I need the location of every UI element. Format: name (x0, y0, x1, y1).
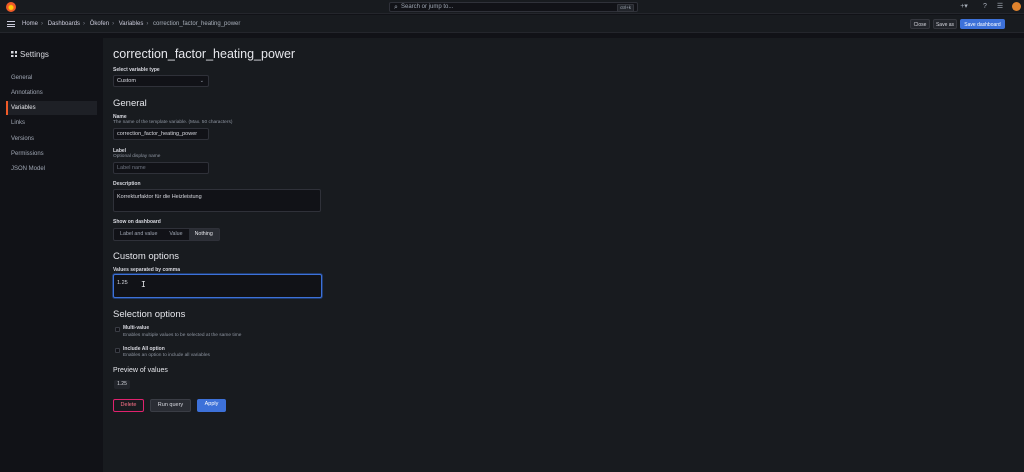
sidebar-item-versions[interactable]: Versions (6, 132, 97, 146)
menu-icon[interactable] (7, 21, 15, 27)
breadcrumb-dashboards[interactable]: Dashboards (48, 21, 80, 27)
description-label: Description (113, 181, 141, 187)
settings-title: Settings (11, 50, 49, 60)
show-on-dashboard-label: Show on dashboard (113, 219, 161, 225)
multi-value-description: Enables multiple values to be selected a… (123, 333, 242, 338)
sidebar-item-annotations[interactable]: Annotations (6, 86, 97, 100)
preview-value-chip: 1.25 (114, 380, 130, 389)
include-all-label[interactable]: Include All option (123, 346, 165, 352)
variable-type-select[interactable]: Custom ⌄ (113, 75, 209, 87)
multi-value-checkbox[interactable] (115, 327, 120, 332)
save-dashboard-button[interactable]: Save dashboard (960, 19, 1005, 29)
variable-type-label: Select variable type (113, 67, 160, 73)
chevron-down-icon: ⌄ (199, 78, 204, 84)
include-all-description: Enables an option to include all variabl… (123, 353, 210, 358)
delete-button[interactable]: Delete (113, 399, 144, 412)
close-button[interactable]: Close (910, 19, 930, 29)
custom-options-heading: Custom options (113, 251, 180, 262)
include-all-checkbox[interactable] (115, 348, 120, 353)
show-option-label-and-value[interactable]: Label and value (114, 229, 163, 240)
search-placeholder: Search or jump to... (401, 4, 454, 10)
search-box[interactable]: ⌕ Search or jump to... ctrl+k (389, 2, 638, 12)
name-description: The name of the template variable. (Max.… (113, 120, 233, 125)
breadcrumb-separator-icon: › (41, 21, 44, 27)
apply-button[interactable]: Apply (197, 399, 226, 412)
avatar[interactable] (1012, 2, 1021, 11)
breadcrumb-current: correction_factor_heating_power (153, 21, 241, 27)
general-heading: General (113, 98, 147, 109)
multi-value-label[interactable]: Multi-value (123, 325, 149, 331)
run-query-button[interactable]: Run query (150, 399, 191, 412)
breadcrumb: Home › Dashboards › Ökofen › Variables › cor… (22, 19, 240, 29)
label-input[interactable]: Label name (113, 162, 209, 174)
variable-editor-panel (103, 38, 1024, 472)
breadcrumb-folder[interactable]: Ökofen (90, 21, 109, 27)
breadcrumb-separator-icon: › (83, 21, 86, 27)
values-label: Values separated by comma (113, 267, 180, 273)
help-icon[interactable]: ? (980, 2, 990, 12)
search-icon: ⌕ (394, 4, 398, 11)
breadcrumb-variables[interactable]: Variables (119, 21, 144, 27)
breadcrumb-home[interactable]: Home (22, 21, 38, 27)
save-as-button[interactable]: Save as (933, 19, 957, 29)
text-cursor-icon: I (141, 280, 146, 289)
rss-icon[interactable]: ☰ (995, 2, 1005, 12)
sidebar-item-json-model[interactable]: JSON Model (6, 162, 97, 176)
breadcrumb-bar: Home › Dashboards › Ökofen › Variables › cor… (0, 15, 1024, 33)
sidebar-item-variables[interactable]: Variables (6, 101, 97, 115)
search-shortcut-badge: ctrl+k (617, 4, 634, 12)
sidebar-item-links[interactable]: Links (6, 116, 97, 130)
breadcrumb-separator-icon: › (146, 21, 149, 27)
top-bar: ⌕ Search or jump to... ctrl+k +▾ ? ☰ (0, 0, 1024, 14)
show-option-value[interactable]: Value (163, 229, 188, 240)
grafana-logo-icon[interactable] (6, 2, 16, 12)
settings-grid-icon (11, 51, 17, 57)
name-input[interactable]: correction_factor_heating_power (113, 128, 209, 140)
preview-heading: Preview of values (113, 367, 168, 374)
sidebar-item-general[interactable]: General (6, 71, 97, 85)
description-textarea[interactable]: Korrekturfaktor für die Heizleistung (113, 189, 321, 212)
label-description: Optional display name (113, 154, 161, 159)
selection-options-heading: Selection options (113, 309, 186, 320)
plus-icon[interactable]: +▾ (957, 2, 971, 12)
breadcrumb-separator-icon: › (112, 21, 115, 27)
sidebar-item-permissions[interactable]: Permissions (6, 147, 97, 161)
show-option-nothing[interactable]: Nothing (188, 229, 219, 240)
show-on-dashboard-toggle: Label and value Value Nothing (113, 228, 220, 241)
page-title: correction_factor_heating_power (113, 47, 296, 61)
